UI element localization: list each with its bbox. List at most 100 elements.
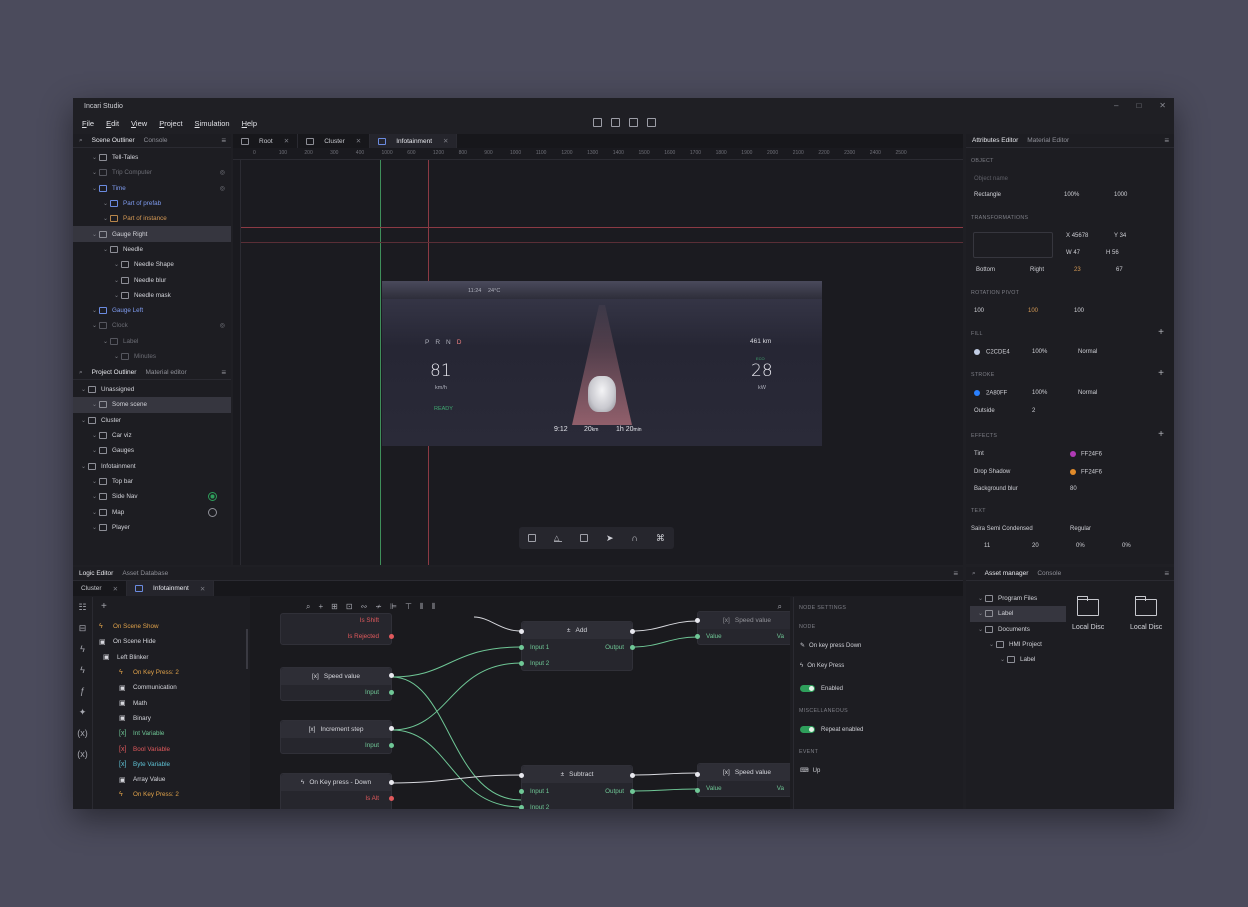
letter-spacing-field[interactable]: 0%: [1076, 543, 1085, 549]
search-icon[interactable]: ⌕: [79, 369, 83, 377]
output-port[interactable]: [389, 796, 394, 801]
guide-line[interactable]: [241, 242, 963, 243]
tree-row[interactable]: ⌄ Gauge Right: [73, 226, 231, 242]
logic-list-item[interactable]: [x] Bool Variable: [95, 741, 245, 756]
guide-line[interactable]: [241, 227, 963, 228]
node-add[interactable]: ± Add Input 1 Input 2 Output: [519, 621, 635, 671]
tab-root[interactable]: Root ✕: [233, 134, 299, 148]
exec-port[interactable]: [389, 780, 394, 785]
tab-asset-database[interactable]: Asset Database: [122, 570, 168, 577]
font-weight-select[interactable]: Regular: [1070, 526, 1091, 532]
chevron-down-icon[interactable]: ⌄: [90, 169, 99, 176]
w-field[interactable]: W 47: [1066, 250, 1080, 256]
rotation-y[interactable]: 100: [1028, 308, 1038, 314]
close-icon[interactable]: ✕: [284, 137, 289, 145]
chevron-down-icon[interactable]: ⌄: [112, 277, 121, 284]
event-select[interactable]: ⌨ Up: [800, 767, 820, 774]
pointer-icon[interactable]: ➤: [606, 533, 614, 544]
anchor-v-select[interactable]: Bottom: [976, 267, 995, 273]
logic-list-item[interactable]: ▣ Array Value: [95, 772, 245, 787]
chevron-down-icon[interactable]: ⌄: [90, 185, 99, 192]
logic-list-item[interactable]: [x] Byte Variable: [95, 757, 245, 772]
chevron-down-icon[interactable]: ⌄: [90, 432, 99, 439]
stroke-row[interactable]: 2A80FF: [974, 390, 1007, 397]
tab-cluster[interactable]: Cluster ✕: [73, 581, 128, 596]
disc-item[interactable]: Local Disc: [1130, 596, 1162, 631]
tab-infotainment[interactable]: Infotainment ✕: [370, 134, 458, 148]
asset-tree-row[interactable]: ⌄ Documents: [970, 622, 1066, 637]
node-increment-step[interactable]: [x] Increment step Input: [280, 720, 394, 754]
tree-row[interactable]: ⌄ Tell-Tales: [73, 150, 231, 165]
hamburger-icon[interactable]: ≡: [1164, 136, 1169, 145]
node-name-field[interactable]: ✎ On key press Down: [800, 642, 861, 649]
chevron-down-icon[interactable]: ⌄: [112, 261, 121, 268]
exec-in-port[interactable]: [519, 773, 524, 778]
inbox-icon[interactable]: ⊟: [73, 618, 92, 639]
menu-project[interactable]: Project: [159, 119, 182, 128]
effect-row[interactable]: Drop Shadow FF24F6: [974, 468, 1164, 479]
output-port[interactable]: [630, 645, 635, 650]
menu-help[interactable]: Help: [242, 119, 257, 128]
node-type-select[interactable]: ϟ On Key Press: [800, 663, 844, 669]
nodes-icon[interactable]: ☷: [73, 597, 92, 618]
fill-opacity[interactable]: 100%: [1032, 349, 1047, 355]
node-speed-value-set[interactable]: [x] Speed value Value Va: [695, 611, 790, 645]
chevron-down-icon[interactable]: ⌄: [90, 401, 99, 408]
menu-simulation[interactable]: Simulation: [195, 119, 230, 128]
variable-icon[interactable]: (x): [73, 744, 92, 765]
tree-row[interactable]: ⌄ Unassigned: [73, 382, 231, 397]
tree-row[interactable]: ⌄ Top bar: [73, 474, 231, 489]
fill-blend[interactable]: Normal: [1078, 349, 1097, 355]
add-fill-button[interactable]: +: [1158, 327, 1164, 338]
opacity-field[interactable]: 100%: [1064, 192, 1079, 198]
visibility-icon[interactable]: ◎: [220, 185, 225, 192]
radio-button[interactable]: [208, 507, 217, 517]
tree-row[interactable]: ⌄ Car viz: [73, 428, 231, 443]
trigger-icon[interactable]: ϟ: [73, 660, 92, 681]
add-effect-button[interactable]: +: [1158, 429, 1164, 440]
logic-list-item[interactable]: ▣ Left Blinker: [95, 650, 245, 665]
node-key-modifiers[interactable]: Is Shift Is Rejected: [280, 613, 394, 645]
visibility-icon[interactable]: ◎: [220, 322, 225, 329]
tree-row[interactable]: ⌄ Cluster: [73, 413, 231, 428]
chevron-down-icon[interactable]: ⌄: [998, 656, 1007, 663]
scrollbar[interactable]: [246, 629, 248, 669]
tab-material-editor[interactable]: Material Editor: [1027, 137, 1069, 144]
tree-row[interactable]: ⌄ Gauge Left: [73, 303, 231, 318]
chevron-down-icon[interactable]: ⌄: [101, 200, 110, 207]
logic-list-item[interactable]: ▣ Communication: [95, 680, 245, 695]
logic-list-item[interactable]: ϟ On Key Press: 2: [95, 665, 245, 680]
tab-scene-outliner[interactable]: Scene Outliner: [92, 137, 135, 144]
effect-swatch[interactable]: [1070, 468, 1076, 475]
tree-row[interactable]: ⌄ Map: [73, 504, 231, 519]
line-height-field[interactable]: 20: [1032, 543, 1039, 549]
chevron-down-icon[interactable]: ⌄: [90, 509, 99, 516]
asset-tree-row[interactable]: ⌄ Label: [970, 652, 1066, 667]
tree-row[interactable]: ⌄ Time ◎: [73, 181, 231, 196]
h-field[interactable]: H 56: [1106, 250, 1119, 256]
y-field[interactable]: Y 34: [1114, 233, 1126, 239]
hamburger-icon[interactable]: ≡: [953, 569, 958, 578]
hamburger-icon[interactable]: ≡: [1164, 569, 1169, 578]
magnet-icon[interactable]: ∩: [631, 533, 637, 543]
exec-in-port[interactable]: [519, 629, 524, 634]
effect-value[interactable]: FF24F6: [1070, 451, 1102, 458]
tree-row[interactable]: ⌄ Label: [73, 334, 231, 349]
chevron-down-icon[interactable]: ⌄: [79, 386, 88, 393]
effect-swatch[interactable]: [1070, 451, 1076, 457]
chevron-down-icon[interactable]: ⌄: [976, 610, 985, 617]
effect-value[interactable]: 80: [1070, 486, 1077, 492]
chevron-down-icon[interactable]: ⌄: [90, 231, 99, 238]
node-speed-value-set[interactable]: [x] Speed value Value Va: [695, 763, 790, 797]
asset-tree-row[interactable]: ⌄ Label: [970, 606, 1066, 622]
tree-row[interactable]: ⌄ Needle Shape: [73, 257, 231, 272]
chevron-down-icon[interactable]: ⌄: [987, 641, 996, 648]
fill-swatch[interactable]: [974, 349, 980, 355]
chevron-down-icon[interactable]: ⌄: [90, 307, 99, 314]
input-port[interactable]: [519, 805, 524, 809]
toggle-switch[interactable]: [800, 726, 815, 733]
tab-console[interactable]: Console: [1037, 570, 1061, 577]
chevron-down-icon[interactable]: ⌄: [101, 246, 110, 253]
chevron-down-icon[interactable]: ⌄: [90, 447, 99, 454]
tree-row[interactable]: ⌄ Trip Computer ◎: [73, 165, 231, 180]
